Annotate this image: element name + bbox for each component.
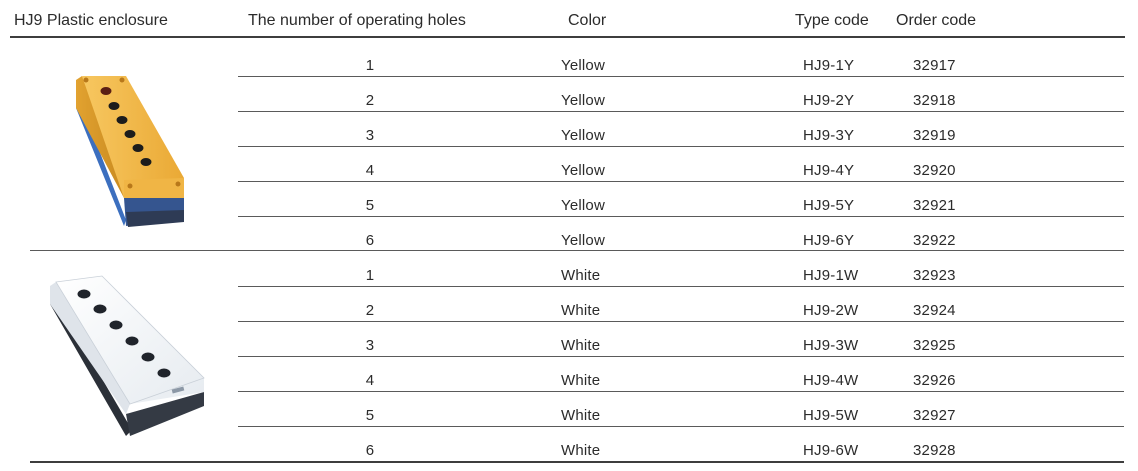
header-rule [10, 36, 1125, 38]
holes-cell: 3 [365, 336, 375, 354]
type-code-cell: HJ9-5Y [803, 196, 855, 214]
header-type-code: Type code [795, 12, 869, 29]
holes-cell: 6 [365, 231, 375, 249]
holes-cell: 4 [365, 161, 375, 179]
order-code-cell: 32928 [913, 441, 956, 459]
order-code-cell: 32921 [913, 196, 956, 214]
order-code-cell: 32922 [913, 231, 956, 249]
order-code-cell: 32925 [913, 336, 956, 354]
type-code-cell: HJ9-3Y [803, 126, 855, 144]
color-cell: Yellow [561, 161, 606, 179]
holes-cell: 4 [365, 371, 375, 389]
order-code-cell: 32924 [913, 301, 956, 319]
yellow-enclosure-icon [76, 76, 184, 227]
holes-cell: 6 [365, 441, 375, 459]
holes-cell: 2 [365, 301, 375, 319]
header-holes: The number of operating holes [248, 12, 466, 29]
order-code-cell: 32926 [913, 371, 956, 389]
order-code-cell: 32923 [913, 266, 956, 284]
order-code-cell: 32927 [913, 406, 956, 424]
order-code-cell: 32920 [913, 161, 956, 179]
bottom-rule [30, 461, 1124, 463]
color-cell: Yellow [561, 231, 606, 249]
type-code-cell: HJ9-5W [803, 406, 859, 424]
color-cell: White [561, 371, 601, 389]
holes-cell: 5 [365, 406, 375, 424]
header-enclosure: HJ9 Plastic enclosure [14, 12, 168, 29]
type-code-cell: HJ9-2W [803, 301, 859, 319]
type-code-cell: HJ9-6W [803, 441, 859, 459]
color-cell: White [561, 441, 601, 459]
type-code-cell: HJ9-2Y [803, 91, 855, 109]
type-code-cell: HJ9-1W [803, 266, 859, 284]
color-cell: Yellow [561, 196, 606, 214]
holes-cell: 5 [365, 196, 375, 214]
color-cell: White [561, 301, 601, 319]
type-code-cell: HJ9-4Y [803, 161, 855, 179]
holes-cell: 3 [365, 126, 375, 144]
color-cell: Yellow [561, 56, 606, 74]
holes-cell: 1 [365, 56, 375, 74]
holes-cell: 2 [365, 91, 375, 109]
order-code-cell: 32917 [913, 56, 956, 74]
holes-cell: 1 [365, 266, 375, 284]
color-cell: White [561, 406, 601, 424]
product-table: HJ9 Plastic enclosure The number of oper… [0, 0, 1138, 471]
white-enclosure-icon [50, 275, 205, 436]
type-code-cell: HJ9-1Y [803, 56, 855, 74]
type-code-cell: HJ9-6Y [803, 231, 855, 249]
type-code-cell: HJ9-3W [803, 336, 859, 354]
type-code-cell: HJ9-4W [803, 371, 859, 389]
color-cell: Yellow [561, 126, 606, 144]
color-cell: White [561, 336, 601, 354]
color-cell: Yellow [561, 91, 606, 109]
order-code-cell: 32918 [913, 91, 956, 109]
color-cell: White [561, 266, 601, 284]
order-code-cell: 32919 [913, 126, 956, 144]
header-order-code: Order code [896, 12, 977, 29]
header-color: Color [568, 12, 607, 29]
